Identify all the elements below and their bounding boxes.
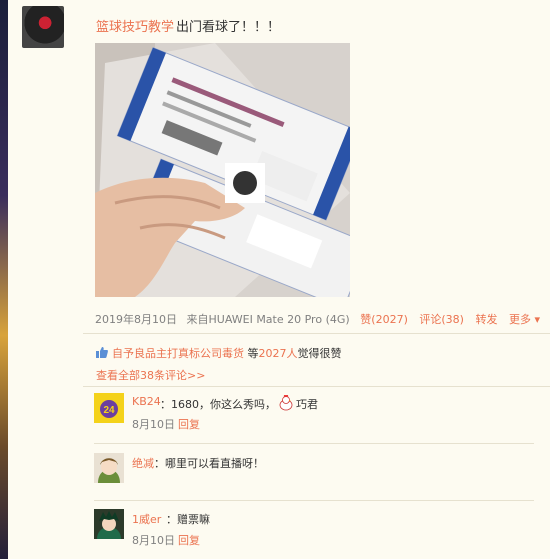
kb24-avatar-icon: 24 [94,393,124,423]
divider [83,333,550,334]
comment-item: 24 KB24 ：1680，你这么秀吗， 巧君 8月10日 回复 [94,393,534,439]
repost-button[interactable]: 转发 [475,313,497,326]
divider [83,386,550,387]
reply-button[interactable]: 回复 [178,532,200,548]
background-strip [0,0,8,559]
anime-girl-avatar-icon [94,453,124,483]
likes-count[interactable]: 2027人 [259,347,298,360]
ticket-photo-image [95,43,350,297]
comment-text: ：1680，你这么秀吗， 巧君 [160,395,318,412]
anime-boy-avatar-icon [94,509,124,539]
post-actions: 赞(2027) 评论(38) 转发 更多 ▾ [352,311,540,327]
comment-text: ：哪里可以看直播呀！ [154,457,264,470]
more-button[interactable]: 更多 ▾ [509,313,540,326]
comment-date: 8月10日 [132,418,175,431]
post-date[interactable]: 2019年8月10日 [95,313,177,326]
post-photo[interactable] [95,43,350,297]
svg-text:24: 24 [103,405,115,416]
commenter-avatar[interactable] [94,453,124,483]
divider [94,443,534,444]
comment-text-body: ：1680，你这么秀吗， [160,398,276,411]
chicken-emoji-icon [279,395,293,411]
commenter-name[interactable]: 绝减 [132,455,154,471]
post-meta: 2019年8月10日 来自HUAWEI Mate 20 Pro (4G) [95,311,356,327]
comment-text: ：赠票嘛 [166,513,210,526]
post-text: 出门看球了！！！ [176,20,281,35]
post-source: 来自HUAWEI Mate 20 Pro (4G) [186,313,350,326]
liker-name[interactable]: 自予良品主打真标公司毒货 [112,347,244,360]
thumbs-up-icon [96,347,108,358]
likes-summary: 自予良品主打真标公司毒货 等2027人觉得很赞 [96,345,342,361]
commenter-name[interactable]: KB24 [132,395,161,408]
divider [94,500,534,501]
reply-button[interactable]: 回复 [178,416,200,432]
author-avatar[interactable] [22,6,64,48]
comment-date: 8月10日 [132,534,175,547]
likes-suffix: 觉得很赞 [297,347,342,360]
likes-mid: 等 [244,347,259,360]
view-all-comments-link[interactable]: 查看全部38条评论>> [96,367,205,383]
comment-item: 1威er ：赠票嘛 8月10日 回复 [94,509,534,555]
comment-item: 绝减 ：哪里可以看直播呀！ [94,453,534,499]
like-button[interactable]: 赞(2027) [360,313,408,326]
author-name[interactable]: 篮球技巧教学 [96,16,174,35]
commenter-avatar[interactable]: 24 [94,393,124,423]
comment-button[interactable]: 评论(38) [419,313,464,326]
comment-emoji-label: 巧君 [296,398,318,411]
commenter-avatar[interactable] [94,509,124,539]
commenter-name[interactable]: 1威er [132,511,161,527]
